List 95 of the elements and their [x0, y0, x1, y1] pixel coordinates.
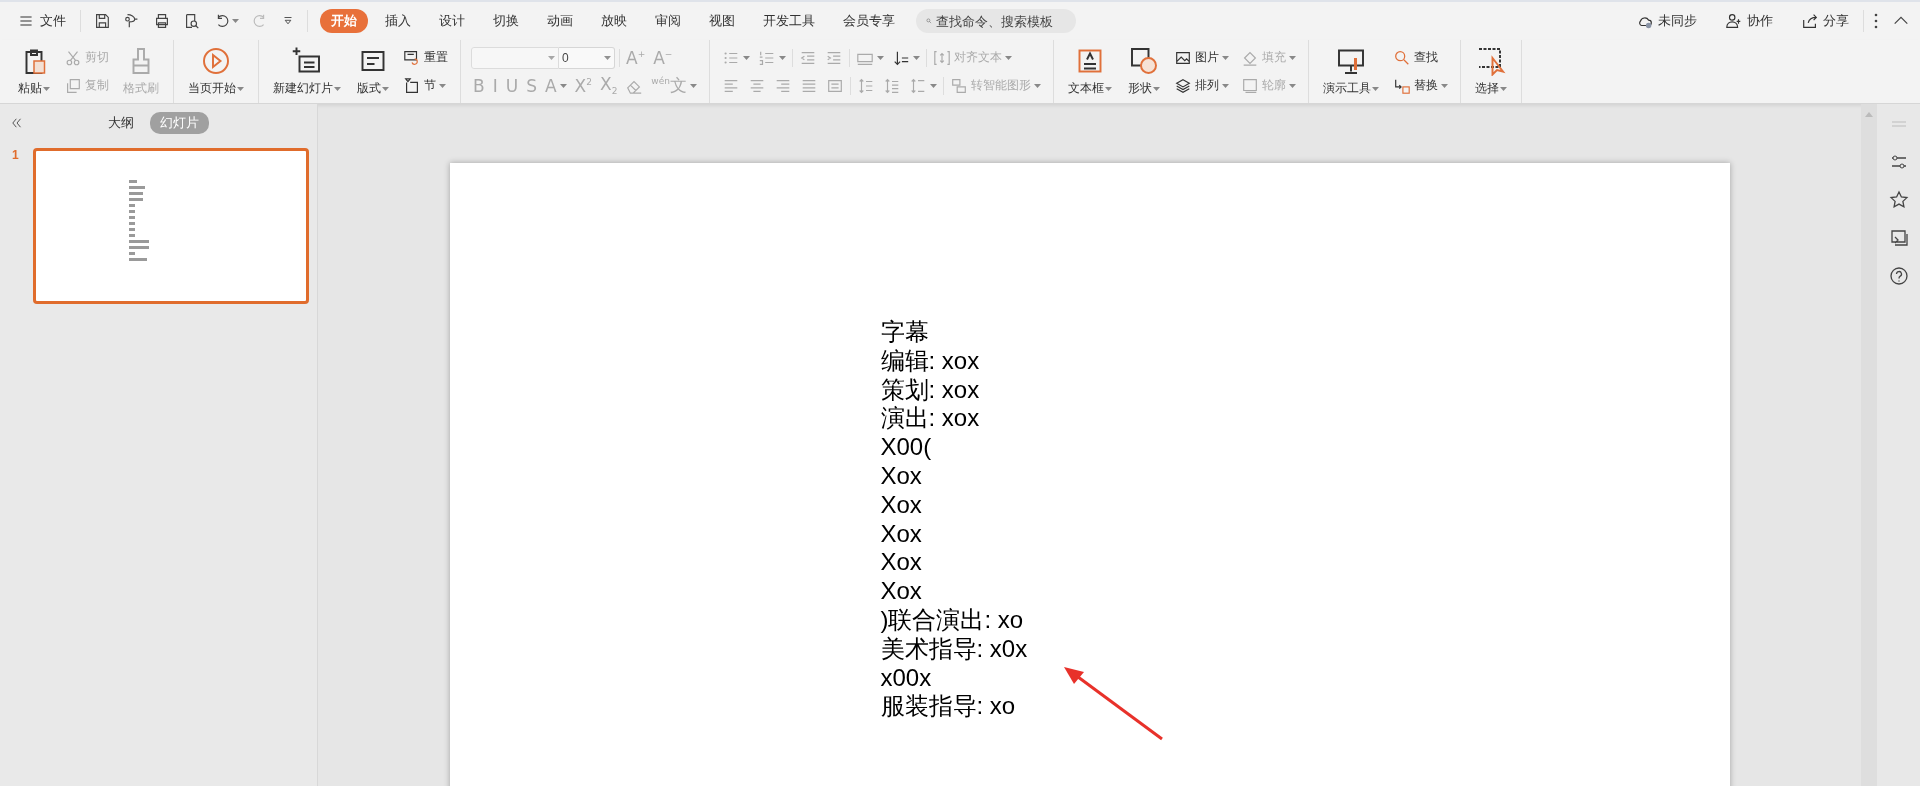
- scroll-up-icon[interactable]: [1865, 112, 1873, 117]
- caret-icon: [382, 86, 389, 91]
- ribbon-button[interactable]: 演示工具: [1318, 40, 1383, 103]
- ribbon-button[interactable]: 选择: [1470, 40, 1511, 103]
- ribbon-tab[interactable]: 审阅: [644, 9, 692, 33]
- slide-text-line: 美术指导: x0x: [880, 634, 1029, 664]
- share-button[interactable]: 分享: [1795, 11, 1855, 31]
- ribbon-button[interactable]: 当页开始: [184, 40, 248, 103]
- smart-graphic-icon: [949, 76, 968, 95]
- double-chevron-icon: [10, 116, 24, 130]
- ribbon-tab[interactable]: 切换: [482, 9, 530, 33]
- caret-icon: [439, 83, 446, 88]
- scroll-bar[interactable]: [1861, 104, 1877, 786]
- caret-icon: [1152, 86, 1160, 91]
- star-icon: [1888, 190, 1909, 210]
- ribbon-button[interactable]: 新建幻灯片: [269, 40, 345, 103]
- slide-text-line: 编辑: xox: [880, 346, 981, 376]
- caret-icon: [1033, 83, 1041, 88]
- slide-text-line: 服装指导: xo: [880, 692, 1017, 722]
- slide-text-line: )联合演出: xo: [880, 605, 1025, 635]
- ribbon-button[interactable]: 替换: [1390, 74, 1450, 97]
- slide-text-line: Xox: [880, 519, 923, 549]
- slide-text-line: x00x: [880, 663, 933, 693]
- outline-icon: [1240, 76, 1259, 95]
- caret-icon: [1221, 83, 1229, 88]
- ribbon-tab[interactable]: 插入: [374, 9, 422, 33]
- slide-text-line: 策划: xox: [880, 375, 981, 405]
- share-icon: [1801, 12, 1819, 30]
- caret-icon: [1371, 86, 1379, 91]
- caret-icon: [43, 86, 50, 91]
- ribbon-button[interactable]: 图片: [1171, 46, 1231, 69]
- slide-text-line: X00(: [880, 433, 933, 462]
- slide-text-line: 字幕: [880, 318, 930, 347]
- slide-text-line: Xox: [880, 490, 923, 520]
- sync-status-button[interactable]: 未同步: [1630, 11, 1703, 31]
- layers-icon: [1173, 76, 1192, 95]
- align-vertical-icon: [932, 48, 951, 67]
- section-icon: [403, 76, 421, 95]
- caret-icon: [929, 83, 937, 88]
- search-field[interactable]: 查找命令、搜索模板: [916, 9, 1076, 33]
- caret-icon: [1288, 83, 1296, 88]
- panel-tab[interactable]: 大纲: [98, 112, 144, 134]
- caret-icon: [237, 86, 244, 91]
- search-icon: [1392, 48, 1411, 67]
- caret-icon: [689, 83, 697, 88]
- caret-icon: [1004, 55, 1012, 60]
- screen-icon: [1888, 228, 1909, 248]
- ribbon-button[interactable]: 版式: [353, 40, 393, 103]
- slide-thumbnail[interactable]: [33, 148, 309, 304]
- collaborate-button[interactable]: 协作: [1719, 11, 1779, 31]
- ribbon-tab[interactable]: 设计: [428, 9, 476, 33]
- ribbon-tab[interactable]: 会员专享: [832, 9, 906, 33]
- ribbon-button[interactable]: 重置: [401, 46, 450, 69]
- ribbon-button[interactable]: 形状: [1123, 40, 1164, 103]
- ribbon-tab[interactable]: 视图: [698, 9, 746, 33]
- save-icon: [93, 12, 111, 30]
- ribbon-button[interactable]: 粘贴: [14, 40, 54, 103]
- slide-text-line: Xox: [880, 548, 923, 578]
- caret-icon: [1440, 83, 1448, 88]
- more-button[interactable]: [1872, 11, 1880, 31]
- help-icon: [1888, 266, 1909, 286]
- caret-icon: [334, 86, 341, 91]
- ribbon-tab[interactable]: 放映: [590, 9, 638, 33]
- caret-icon: [1104, 86, 1112, 91]
- slide-number: 1: [12, 148, 20, 164]
- caret-icon: [604, 55, 611, 60]
- ribbon-button[interactable]: 节: [401, 74, 448, 97]
- ribbon-tab[interactable]: 开发工具: [752, 9, 826, 33]
- caret-icon: [548, 55, 555, 60]
- person-plus-icon: [1725, 12, 1743, 30]
- ribbon-button[interactable]: 文本框: [1063, 40, 1116, 103]
- file-menu[interactable]: 文件: [12, 8, 72, 34]
- slide-text-line: Xox: [880, 462, 923, 491]
- ribbon-button[interactable]: 排列: [1171, 74, 1231, 97]
- play-icon: [201, 46, 231, 76]
- document-magnifier-icon: [183, 12, 201, 30]
- slide-text-line: 演出: xox: [880, 404, 981, 434]
- caret-icon: [876, 55, 884, 60]
- caret-icon: [742, 55, 750, 60]
- menu-icon: [18, 13, 34, 29]
- caret-icon: [559, 83, 567, 88]
- printer-icon: [153, 12, 171, 30]
- ribbon-tab[interactable]: 动画: [536, 9, 584, 33]
- caret-icon: [1221, 55, 1229, 60]
- caret-icon: [912, 55, 920, 60]
- caret-icon: [778, 55, 786, 60]
- caret-icon: [232, 19, 239, 23]
- reset-icon: [403, 48, 421, 67]
- more-icon: [1874, 13, 1878, 29]
- slide-text-line: Xox: [880, 577, 923, 606]
- copy-icon: [64, 76, 82, 95]
- ribbon-button[interactable]: 查找: [1390, 46, 1440, 69]
- caret-icon: [1288, 55, 1296, 60]
- shapes-icon: [1128, 46, 1159, 76]
- caret-icon: [1499, 86, 1507, 91]
